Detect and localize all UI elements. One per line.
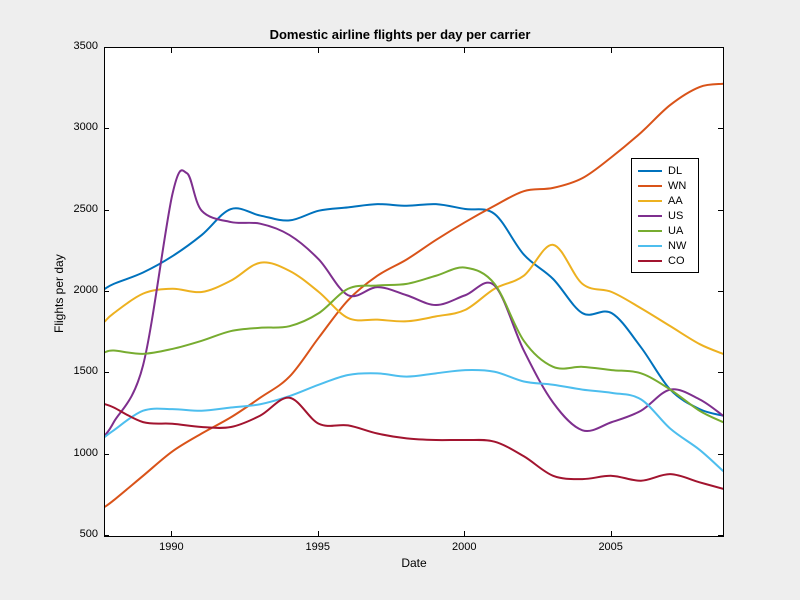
y-tick-label: 3500 xyxy=(58,40,98,52)
y-tick-mark xyxy=(104,47,109,48)
y-tick-label: 3000 xyxy=(58,121,98,133)
axes-area xyxy=(104,47,724,537)
y-tick-mark xyxy=(104,535,109,536)
y-tick-mark xyxy=(718,454,723,455)
x-axis-label: Date xyxy=(104,556,724,570)
y-tick-mark xyxy=(718,535,723,536)
series-NW xyxy=(105,370,723,471)
x-tick-mark xyxy=(318,531,319,536)
x-tick-label: 2005 xyxy=(591,541,631,553)
y-tick-mark xyxy=(104,210,109,211)
legend-row-DL: DL xyxy=(638,163,692,178)
y-tick-label: 1500 xyxy=(58,365,98,377)
x-tick-mark xyxy=(171,48,172,53)
legend-label: AA xyxy=(668,195,683,207)
y-tick-label: 500 xyxy=(58,528,98,540)
y-tick-mark xyxy=(718,128,723,129)
legend-row-CO: CO xyxy=(638,253,692,268)
legend-row-AA: AA xyxy=(638,193,692,208)
y-tick-label: 2500 xyxy=(58,203,98,215)
x-tick-mark xyxy=(611,531,612,536)
legend-box: DL WN AA US UA NW CO xyxy=(631,158,699,273)
legend-label: CO xyxy=(668,255,685,267)
legend-swatch xyxy=(638,260,662,262)
x-tick-label: 1995 xyxy=(298,541,338,553)
x-tick-mark xyxy=(318,48,319,53)
legend-label: UA xyxy=(668,225,683,237)
x-tick-mark xyxy=(464,531,465,536)
legend-row-UA: UA xyxy=(638,223,692,238)
y-tick-label: 2000 xyxy=(58,284,98,296)
y-tick-mark xyxy=(718,210,723,211)
legend-swatch xyxy=(638,185,662,187)
legend-swatch xyxy=(638,230,662,232)
x-tick-label: 1990 xyxy=(151,541,191,553)
legend-swatch xyxy=(638,200,662,202)
series-WN xyxy=(105,84,723,507)
y-tick-mark xyxy=(104,291,109,292)
x-tick-mark xyxy=(611,48,612,53)
legend-label: US xyxy=(668,210,683,222)
legend-row-US: US xyxy=(638,208,692,223)
y-tick-mark xyxy=(104,454,109,455)
x-tick-mark xyxy=(464,48,465,53)
legend-swatch xyxy=(638,215,662,217)
legend-row-WN: WN xyxy=(638,178,692,193)
y-tick-mark xyxy=(718,291,723,292)
x-tick-label: 2000 xyxy=(444,541,484,553)
legend-label: NW xyxy=(668,240,686,252)
y-tick-mark xyxy=(718,47,723,48)
series-UA xyxy=(105,267,723,422)
y-tick-mark xyxy=(104,372,109,373)
chart-title: Domestic airline flights per day per car… xyxy=(0,27,800,42)
legend-swatch xyxy=(638,245,662,247)
y-tick-mark xyxy=(718,372,723,373)
y-tick-mark xyxy=(104,128,109,129)
legend-label: WN xyxy=(668,180,686,192)
line-plot-svg xyxy=(105,48,723,536)
legend-label: DL xyxy=(668,165,682,177)
x-tick-mark xyxy=(171,531,172,536)
y-tick-label: 1000 xyxy=(58,447,98,459)
legend-swatch xyxy=(638,170,662,172)
legend-row-NW: NW xyxy=(638,238,692,253)
